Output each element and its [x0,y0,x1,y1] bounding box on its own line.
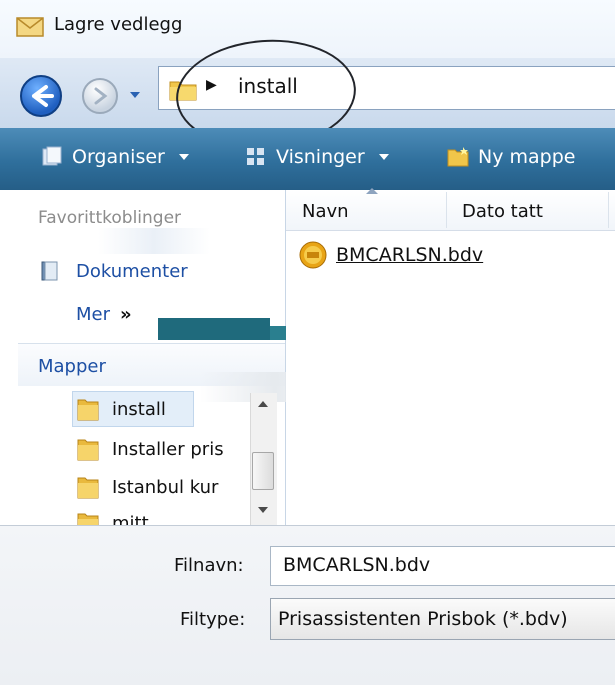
folder-item[interactable]: mitt [76,510,149,525]
new-folder-label: Ny mappe [478,146,576,168]
column-divider[interactable] [446,192,447,228]
scroll-down-icon[interactable] [258,507,268,513]
documents-icon [41,261,58,281]
folder-label: mitt [112,512,149,526]
new-folder-icon [447,147,469,167]
folder-label: install [112,398,166,420]
favorite-more[interactable]: Mer » [76,304,132,325]
documents-label: Dokumenter [76,260,188,282]
folder-item[interactable]: Installer pris [76,436,224,462]
folder-icon [169,81,197,101]
organise-label: Organiser [72,146,165,168]
filetype-label: Filtype: [180,609,246,630]
favorite-documents[interactable]: Dokumenter [38,259,188,283]
views-label: Visninger [276,146,365,168]
folder-item-clip: mitt [72,500,250,525]
organise-icon [42,146,62,166]
organise-button[interactable]: Organiser [40,142,189,172]
window-title: Lagre vedlegg [54,14,183,35]
more-label: Mer [76,304,111,325]
folder-icon [77,477,99,499]
envelope-icon [16,17,44,37]
folder-item[interactable]: Istanbul kur [76,474,218,500]
views-button[interactable]: Visninger [244,142,389,172]
chevron-down-icon [378,154,389,160]
filename-label: Filnavn: [174,555,244,576]
folder-item[interactable]: install [76,396,166,422]
column-divider[interactable] [608,192,609,228]
folder-label: Installer pris [112,438,224,460]
folder-icon [77,439,99,461]
recent-pages-dropdown[interactable] [128,88,142,102]
more-chevron-icon: » [120,304,132,325]
sort-ascending-icon [366,188,378,194]
forward-arrow-icon [94,87,108,105]
breadcrumb-separator-icon[interactable]: ▶ [206,77,217,93]
filename-value[interactable]: BMCARLSN.bdv [283,554,430,576]
back-arrow-icon [32,85,54,107]
folder-icon [77,513,99,525]
folder-icon [77,399,99,421]
file-name: BMCARLSN.bdv [336,244,484,266]
folders-label[interactable]: Mapper [38,356,106,377]
column-date-taken[interactable]: Dato tatt [462,201,543,222]
column-name[interactable]: Navn [302,201,349,222]
favorites-heading: Favorittkoblinger [38,208,182,228]
scroll-up-icon[interactable] [258,401,268,407]
address-bar[interactable] [158,66,615,110]
breadcrumb-install[interactable]: install [238,74,298,98]
prisbok-file-icon [299,241,327,269]
filetype-value[interactable]: Prisassistenten Prisbok (*.bdv) [278,608,568,630]
new-folder-button[interactable]: Ny mappe [446,142,575,172]
chevron-down-icon [178,154,189,160]
scrollbar-thumb[interactable] [252,452,274,490]
views-icon [247,148,264,165]
folder-label: Istanbul kur [112,476,219,498]
back-button[interactable] [20,75,62,117]
forward-button[interactable] [82,78,118,114]
file-item[interactable]: BMCARLSN.bdv [298,240,483,270]
